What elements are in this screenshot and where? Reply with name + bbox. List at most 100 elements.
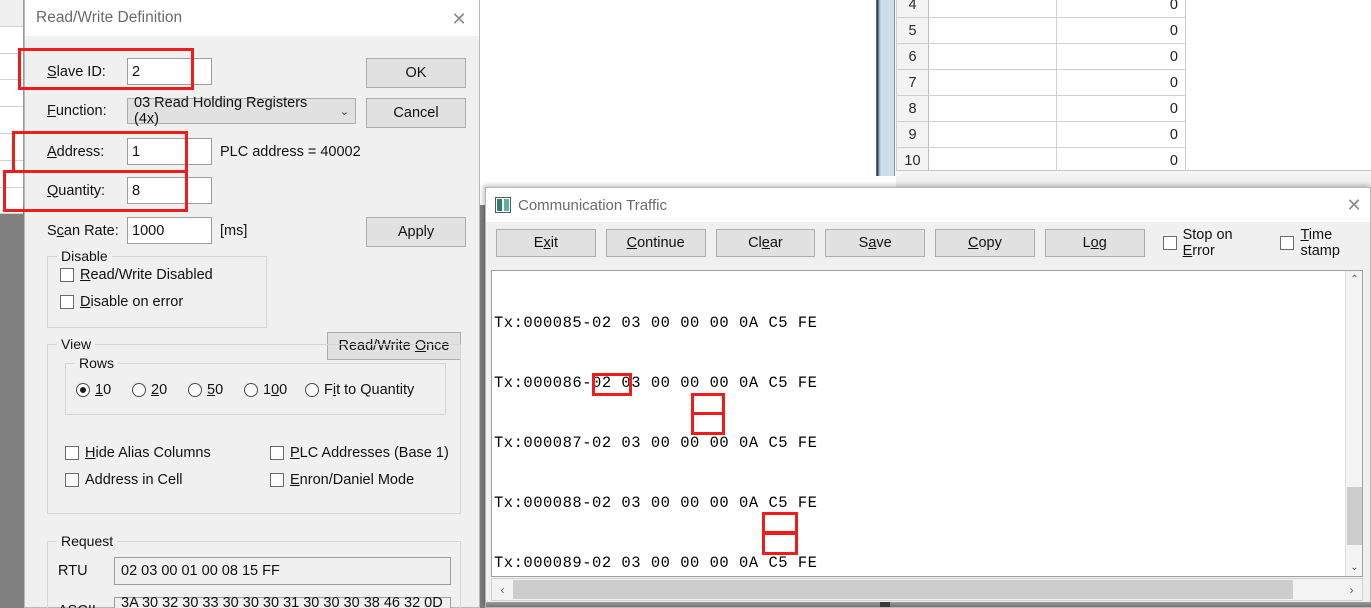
checkbox-label: Stop on Error [1182, 227, 1233, 259]
ct-log-text[interactable]: Tx:000085-02 03 00 00 00 0A C5 FE Tx:000… [494, 272, 1329, 577]
radio-icon [305, 383, 319, 397]
row-alias[interactable] [928, 43, 1057, 70]
log-vertical-scrollbar[interactable]: ⌃ ⌄ [1345, 271, 1362, 576]
scroll-left-icon[interactable]: ‹ [492, 579, 513, 600]
radio-label: 10 [95, 382, 112, 398]
radio-label: 100 [263, 382, 288, 398]
copy-button[interactable]: Copy [935, 229, 1035, 257]
plc-address-hint: PLC address = 40002 [220, 143, 361, 160]
table-row[interactable]: 7 0 [896, 69, 1186, 96]
apply-button[interactable]: Apply [366, 217, 466, 247]
exit-button[interactable]: Exit [496, 229, 596, 257]
checkbox-disable-on-error[interactable]: Disable on error [60, 294, 183, 310]
radio-label: 50 [207, 382, 224, 398]
scrollbar-thumb[interactable] [513, 580, 1293, 599]
window-bottom-splitter[interactable] [486, 602, 1371, 607]
row-alias[interactable] [928, 0, 1057, 18]
ascii-value: 3A 30 32 30 33 30 30 30 31 30 30 30 38 4… [114, 595, 451, 608]
radio-icon [188, 383, 202, 397]
scroll-up-icon[interactable]: ⌃ [1346, 271, 1363, 288]
continue-button[interactable]: Continue [605, 229, 706, 257]
slave-id-input[interactable]: 2 [127, 58, 212, 85]
scan-rate-label: Scan Rate: [47, 222, 119, 239]
radio-rows-100[interactable]: 100 [244, 382, 287, 398]
row-alias[interactable] [928, 69, 1057, 96]
radio-rows-50[interactable]: 50 [188, 382, 223, 398]
checkbox-label: PLC Addresses (Base 1) [290, 445, 449, 461]
dialog-body: Slave ID: 2 Function: 03 Read Holding Re… [25, 36, 479, 608]
log-label: Log [1082, 235, 1107, 251]
table-row[interactable]: 4 0 [896, 0, 1186, 18]
ok-button[interactable]: OK [366, 58, 466, 88]
checkbox-address-in-cell[interactable]: Address in Cell [65, 472, 183, 488]
table-row[interactable]: 9 0 [896, 121, 1186, 148]
row-index: 8 [896, 95, 929, 122]
checkbox-stop-on-error[interactable]: Stop on Error [1162, 227, 1263, 259]
checkbox-plc-addresses-base-1[interactable]: PLC Addresses (Base 1) [270, 445, 449, 461]
row-value[interactable]: 0 [1056, 69, 1186, 96]
address-input[interactable]: 1 [127, 138, 212, 165]
scroll-down-icon[interactable]: ⌄ [1346, 559, 1363, 576]
quantity-input[interactable]: 8 [127, 177, 212, 204]
checkbox-label: Disable on error [80, 294, 184, 310]
cancel-button[interactable]: Cancel [366, 98, 466, 128]
view-group: View Rows 10 20 50 100 Fit to Quantity H… [47, 336, 461, 514]
rows-group: Rows 10 20 50 100 Fit to Quantity [65, 355, 446, 415]
background-grid-left-sliver [0, 0, 24, 215]
row-index: 5 [896, 17, 929, 44]
log-line: Tx:000085-02 03 00 00 00 0A C5 FE [494, 314, 818, 332]
radio-rows-10[interactable]: 10 [76, 382, 111, 398]
row-alias[interactable] [928, 121, 1057, 148]
row-index: 4 [896, 0, 929, 18]
view-group-title: View [57, 336, 96, 352]
row-value[interactable]: 0 [1056, 121, 1186, 148]
ct-toolbar: Exit Continue Clear Save Copy Log Stop o… [486, 222, 1370, 264]
copy-label: Copy [968, 235, 1002, 251]
checkbox-time-stamp[interactable]: Time stamp [1280, 227, 1370, 259]
radio-icon [76, 383, 90, 397]
log-button[interactable]: Log [1044, 229, 1145, 257]
row-alias[interactable] [928, 17, 1057, 44]
request-group-title: Request [57, 533, 118, 549]
checkbox-icon [270, 473, 284, 487]
scan-rate-row: Scan Rate: 1000 [ms] [47, 217, 247, 244]
rtu-row: RTU 02 03 00 01 00 08 15 FF [58, 557, 451, 585]
splitter-grip[interactable] [880, 602, 890, 607]
checkbox-icon [65, 446, 79, 460]
close-icon[interactable]: ✕ [449, 9, 469, 30]
checkbox-read-write-disabled[interactable]: Read/Write Disabled [60, 267, 213, 283]
row-value[interactable]: 0 [1056, 43, 1186, 70]
row-value[interactable]: 0 [1056, 95, 1186, 122]
checkbox-enron-daniel-mode[interactable]: Enron/Daniel Mode [270, 472, 414, 488]
app-icon [495, 197, 511, 213]
function-row: Function: 03 Read Holding Registers (4x)… [47, 95, 356, 127]
close-icon[interactable]: ✕ [1344, 195, 1364, 216]
row-value[interactable]: 0 [1056, 0, 1186, 18]
radio-rows-20[interactable]: 20 [132, 382, 167, 398]
checkbox-label: Read/Write Disabled [80, 267, 213, 283]
checkbox-label: Enron/Daniel Mode [290, 472, 415, 488]
save-button[interactable]: Save [825, 229, 926, 257]
scrollbar-thumb[interactable] [1347, 487, 1362, 545]
row-index: 6 [896, 43, 929, 70]
table-row[interactable]: 6 0 [896, 43, 1186, 70]
checkbox-icon [60, 295, 74, 309]
function-select[interactable]: 03 Read Holding Registers (4x) ⌄ [127, 95, 356, 127]
checkbox-icon [1280, 236, 1295, 250]
row-value[interactable]: 0 [1056, 17, 1186, 44]
table-row[interactable]: 5 0 [896, 17, 1186, 44]
table-row[interactable]: 8 0 [896, 95, 1186, 122]
scan-rate-input[interactable]: 1000 [127, 217, 212, 244]
checkbox-hide-alias-columns[interactable]: Hide Alias Columns [65, 445, 211, 461]
radio-label: Fit to Quantity [324, 382, 415, 398]
address-row: Address: 1 PLC address = 40002 [47, 138, 361, 165]
continue-label: Continue [626, 235, 685, 251]
window-splitter-track[interactable] [881, 0, 895, 176]
radio-fit-to-quantity[interactable]: Fit to Quantity [305, 382, 414, 398]
clear-button[interactable]: Clear [715, 229, 816, 257]
log-horizontal-scrollbar[interactable]: ‹ › [491, 578, 1363, 601]
quantity-label: Quantity: [47, 182, 106, 199]
row-alias[interactable] [928, 95, 1057, 122]
rows-group-title: Rows [75, 355, 119, 371]
scroll-right-icon[interactable]: › [1341, 579, 1362, 600]
